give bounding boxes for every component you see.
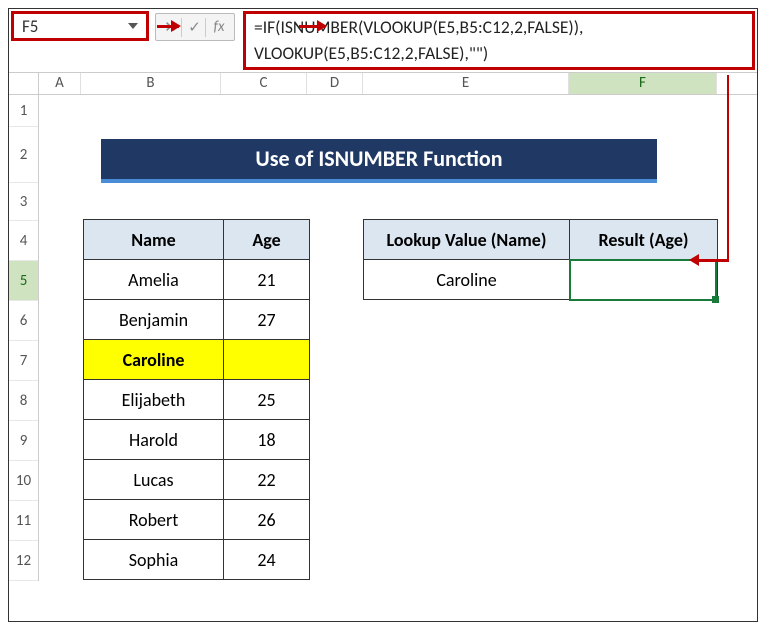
table-header-row: Name Age bbox=[84, 220, 310, 260]
chevron-down-icon[interactable] bbox=[128, 23, 138, 29]
row-header[interactable]: 3 bbox=[9, 183, 38, 221]
age-cell[interactable] bbox=[224, 340, 310, 380]
table-row: Sophia24 bbox=[84, 540, 310, 580]
table-row: Benjamin27 bbox=[84, 300, 310, 340]
row-header[interactable]: 12 bbox=[9, 541, 38, 581]
column-header[interactable]: A bbox=[39, 73, 81, 94]
age-cell[interactable]: 25 bbox=[224, 380, 310, 420]
header-age: Age bbox=[224, 220, 310, 260]
row-header[interactable]: 2 bbox=[9, 127, 38, 183]
column-header[interactable]: B bbox=[81, 73, 221, 94]
row-header[interactable]: 11 bbox=[9, 501, 38, 541]
name-cell[interactable]: Lucas bbox=[84, 460, 224, 500]
name-cell[interactable]: Caroline bbox=[84, 340, 224, 380]
name-cell[interactable]: Elijabeth bbox=[84, 380, 224, 420]
column-header[interactable]: F bbox=[569, 73, 717, 94]
table-row: Robert26 bbox=[84, 500, 310, 540]
callout-arrow-icon bbox=[157, 25, 179, 28]
age-cell[interactable]: 21 bbox=[224, 260, 310, 300]
name-cell[interactable]: Robert bbox=[84, 500, 224, 540]
column-headers: ABCDEF bbox=[9, 73, 757, 95]
column-header[interactable]: E bbox=[363, 73, 569, 94]
name-cell[interactable]: Harold bbox=[84, 420, 224, 460]
grid-body: 123456789101112 Use of ISNUMBER Function… bbox=[9, 95, 757, 581]
table-row: Lucas22 bbox=[84, 460, 310, 500]
table-row: Caroline bbox=[364, 260, 718, 300]
callout-arrow-icon bbox=[699, 259, 729, 262]
row-header[interactable]: 5 bbox=[9, 261, 38, 301]
age-cell[interactable]: 27 bbox=[224, 300, 310, 340]
table-row: Harold18 bbox=[84, 420, 310, 460]
formula-text: =IF(ISNUMBER(VLOOKUP(E5,B5:C12,2,FALSE))… bbox=[254, 15, 744, 66]
header-lookup-value: Lookup Value (Name) bbox=[364, 220, 570, 260]
age-cell[interactable]: 26 bbox=[224, 500, 310, 540]
row-headers: 123456789101112 bbox=[9, 95, 39, 581]
excel-window: F5 ✕ ✓ fx =IF(ISNUMBER(VLOOKUP(E5,B5:C12… bbox=[8, 8, 758, 622]
name-cell[interactable]: Sophia bbox=[84, 540, 224, 580]
row-header[interactable]: 8 bbox=[9, 381, 38, 421]
row-header[interactable]: 4 bbox=[9, 221, 38, 261]
check-icon[interactable]: ✓ bbox=[184, 18, 206, 37]
column-header[interactable]: D bbox=[307, 73, 363, 94]
row-header[interactable]: 7 bbox=[9, 341, 38, 381]
table-row: Caroline bbox=[84, 340, 310, 380]
name-box[interactable]: F5 bbox=[11, 11, 149, 41]
callout-arrow-icon bbox=[299, 25, 325, 28]
name-box-value: F5 bbox=[22, 16, 38, 37]
row-header[interactable]: 9 bbox=[9, 421, 38, 461]
fx-icon[interactable]: fx bbox=[208, 18, 230, 36]
page-title: Use of ISNUMBER Function bbox=[101, 139, 657, 183]
row-header[interactable]: 6 bbox=[9, 301, 38, 341]
header-name: Name bbox=[84, 220, 224, 260]
select-all-corner[interactable] bbox=[9, 73, 39, 94]
age-cell[interactable]: 18 bbox=[224, 420, 310, 460]
table-row: Amelia21 bbox=[84, 260, 310, 300]
name-cell[interactable]: Amelia bbox=[84, 260, 224, 300]
table-header-row: Lookup Value (Name) Result (Age) bbox=[364, 220, 718, 260]
lookup-value-cell[interactable]: Caroline bbox=[364, 260, 570, 300]
callout-arrow-icon bbox=[727, 75, 730, 261]
column-header[interactable]: C bbox=[221, 73, 307, 94]
lookup-table: Lookup Value (Name) Result (Age) Carolin… bbox=[363, 219, 718, 300]
row-header[interactable]: 1 bbox=[9, 95, 38, 127]
name-cell[interactable]: Benjamin bbox=[84, 300, 224, 340]
data-table: Name Age Amelia21Benjamin27CarolineElija… bbox=[83, 219, 310, 580]
row-header[interactable]: 10 bbox=[9, 461, 38, 501]
formula-bar-row: F5 ✕ ✓ fx =IF(ISNUMBER(VLOOKUP(E5,B5:C12… bbox=[9, 9, 757, 73]
table-row: Elijabeth25 bbox=[84, 380, 310, 420]
age-cell[interactable]: 22 bbox=[224, 460, 310, 500]
cells-area[interactable]: Use of ISNUMBER Function Name Age Amelia… bbox=[39, 95, 757, 581]
age-cell[interactable]: 24 bbox=[224, 540, 310, 580]
